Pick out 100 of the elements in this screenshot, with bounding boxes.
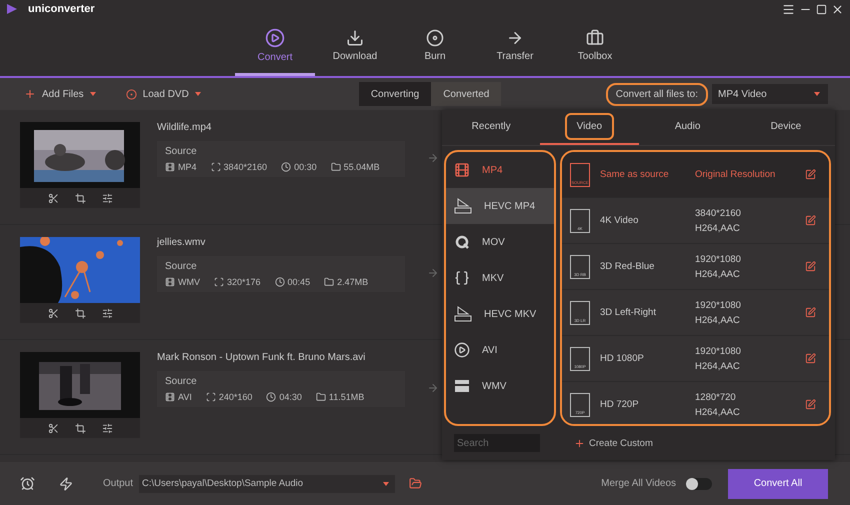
resolution-info: 320*176: [227, 277, 261, 287]
sliders-icon[interactable]: [102, 422, 112, 434]
format-info: AVI: [178, 392, 192, 402]
source-label: Source: [165, 146, 198, 157]
edit-icon[interactable]: [805, 307, 816, 318]
edit-icon[interactable]: [805, 399, 816, 410]
format-item[interactable]: MOV: [446, 224, 554, 260]
disc-icon: [426, 29, 444, 47]
file-name: jellies.wmv: [157, 237, 206, 248]
folder-icon[interactable]: [409, 477, 422, 490]
output-path-field[interactable]: C:\Users\payal\Desktop\Sample Audio: [139, 474, 396, 492]
edit-icon[interactable]: [805, 353, 816, 364]
scissors-icon[interactable]: [48, 192, 58, 204]
edit-icon[interactable]: [805, 169, 816, 180]
scissors-icon[interactable]: [48, 308, 58, 318]
format-item[interactable]: MP4: [446, 152, 554, 188]
crop-icon[interactable]: [74, 422, 86, 434]
file-name: Mark Ronson - Uptown Funk ft. Bruno Mars.avi: [157, 352, 366, 363]
edit-icon[interactable]: [805, 215, 816, 226]
format-item[interactable]: AVI: [446, 332, 554, 368]
format-tab[interactable]: Device: [736, 110, 835, 145]
folder-icon: [316, 392, 326, 402]
menu-icon[interactable]: [782, 2, 795, 16]
duration-info: 00:30: [294, 162, 317, 172]
caret-icon: [383, 482, 390, 486]
view-tab[interactable]: Converting: [358, 82, 432, 106]
view-tab[interactable]: Converted: [431, 82, 502, 106]
format-info: WMV: [178, 277, 200, 287]
resolution-icon: [206, 392, 216, 402]
format-select[interactable]: MP4 Video: [712, 84, 828, 104]
size-info: 2.47MB: [337, 277, 368, 287]
merge-label: Merge All Videos: [601, 478, 676, 489]
file-name: Wildlife.mp4: [157, 122, 212, 133]
clapperboard-icon: [454, 378, 470, 394]
size-info: 55.04MB: [344, 162, 380, 172]
size-info: 11.51MB: [328, 392, 364, 402]
nav-tab[interactable]: Transfer: [475, 18, 555, 76]
film-icon: [165, 392, 175, 402]
convert-icon: [265, 28, 285, 48]
crop-icon[interactable]: [74, 192, 86, 204]
folder-icon: [330, 162, 341, 172]
resolution-icon: [214, 277, 224, 287]
download-icon: [346, 29, 364, 47]
film-icon: [165, 277, 175, 287]
logo-icon: [6, 3, 18, 15]
alarm-clock-icon[interactable]: [20, 476, 35, 491]
arrow-icon: [427, 382, 439, 394]
clock-icon: [274, 277, 285, 287]
resolution-icon: [210, 162, 221, 172]
clock-icon: [281, 162, 292, 172]
search-field[interactable]: Search: [454, 434, 540, 452]
crop-icon[interactable]: [74, 308, 86, 318]
arrow-icon: [427, 267, 439, 279]
clock-icon: [266, 392, 276, 402]
load-dvd-button[interactable]: Load DVD: [126, 88, 201, 100]
source-label: Source: [165, 376, 198, 387]
duration-info: 04:30: [279, 392, 302, 402]
film-icon: [454, 162, 470, 178]
maximize-icon[interactable]: [816, 4, 827, 14]
plus-icon: [574, 438, 585, 448]
dvd-icon: [126, 88, 137, 100]
resolution-info: 3840*2160: [224, 162, 268, 172]
format-item[interactable]: WMV: [446, 368, 554, 404]
sliders-icon[interactable]: [102, 192, 112, 204]
edit-icon[interactable]: [805, 261, 816, 272]
duration-info: 00:45: [288, 277, 310, 287]
nav-tab[interactable]: Download: [315, 18, 395, 76]
film-icon: [165, 162, 175, 172]
format-tab[interactable]: Recently: [442, 110, 540, 145]
create-custom-button[interactable]: Create Custom: [568, 436, 659, 450]
nav-tab[interactable]: Toolbox: [555, 18, 635, 76]
play-circle-icon: [454, 342, 470, 358]
app-title: uniconverter: [28, 3, 95, 15]
convert-all-button[interactable]: Convert All: [728, 468, 828, 498]
scissors-icon[interactable]: [48, 422, 58, 434]
nav-tab[interactable]: Burn: [395, 18, 475, 76]
format-item[interactable]: HEVC MP4: [446, 188, 554, 224]
format-item[interactable]: HEVC MKV: [446, 296, 554, 332]
format-tab[interactable]: Audio: [638, 110, 737, 145]
merge-toggle[interactable]: [686, 478, 712, 490]
folder-icon: [324, 277, 334, 287]
format-info: MP4: [178, 162, 197, 172]
close-icon[interactable]: [831, 2, 844, 16]
add-files-button[interactable]: Add Files: [24, 88, 96, 100]
q-logo-icon: [454, 234, 470, 250]
caret-icon: [194, 92, 201, 96]
caret-icon: [814, 92, 820, 96]
sliders-icon[interactable]: [102, 308, 112, 318]
caret-icon: [90, 92, 96, 96]
resolution-info: 240*160: [218, 392, 252, 402]
source-label: Source: [165, 261, 198, 272]
plus-icon: [24, 88, 36, 100]
convert-all-label: Convert all files to:: [606, 82, 708, 106]
lightning-icon[interactable]: [59, 476, 73, 490]
arrow-icon: [427, 152, 439, 164]
toolbox-icon: [586, 29, 604, 47]
format-item[interactable]: MKV: [446, 260, 554, 296]
braces-icon: [454, 270, 470, 286]
format-tab[interactable]: Video: [540, 110, 638, 145]
output-label: Output: [103, 478, 134, 489]
